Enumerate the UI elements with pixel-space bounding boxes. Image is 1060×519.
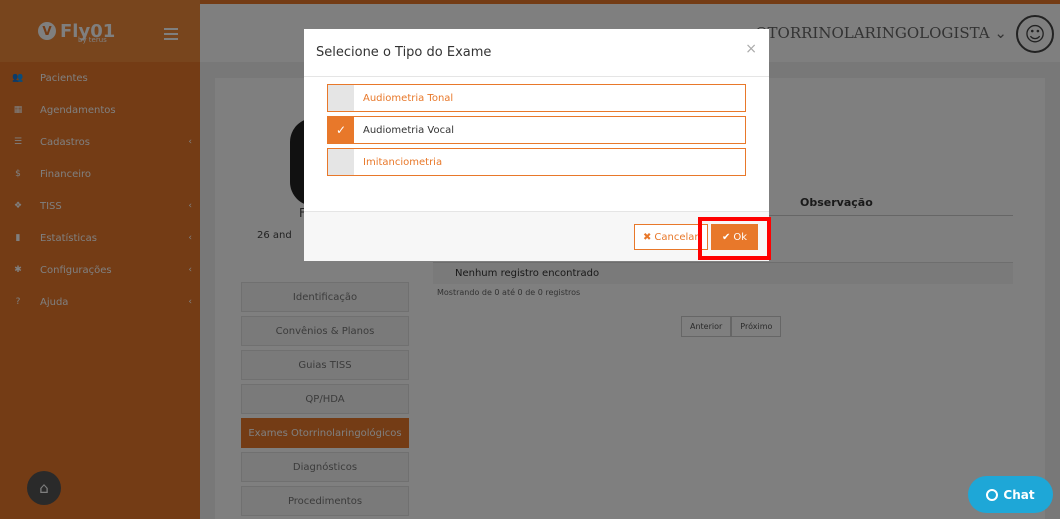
exam-option[interactable]: ✓ Audiometria Vocal bbox=[327, 116, 746, 144]
exam-option[interactable]: Imitanciometria bbox=[327, 148, 746, 176]
exam-options: Audiometria Tonal ✓ Audiometria Vocal Imita… bbox=[304, 77, 769, 176]
chat-bubble-icon bbox=[986, 488, 999, 501]
chat-button[interactable]: Chat bbox=[968, 476, 1053, 513]
cancel-label: Cancelar bbox=[654, 231, 699, 243]
checkbox[interactable] bbox=[328, 149, 354, 175]
check-icon: ✓ bbox=[335, 123, 347, 137]
exam-option-label: Imitanciometria bbox=[363, 156, 443, 168]
modal-title: Selecione o Tipo do Exame bbox=[316, 45, 492, 60]
chat-label: Chat bbox=[1003, 487, 1035, 502]
exam-option-label: Audiometria Tonal bbox=[363, 92, 454, 104]
close-icon[interactable]: × bbox=[745, 41, 757, 57]
ok-button-highlight bbox=[698, 217, 771, 260]
exam-option-label: Audiometria Vocal bbox=[363, 124, 455, 136]
exam-option[interactable]: Audiometria Tonal bbox=[327, 84, 746, 112]
checkbox[interactable]: ✓ bbox=[328, 117, 354, 143]
times-icon: ✖ bbox=[643, 231, 652, 243]
checkbox[interactable] bbox=[328, 85, 354, 111]
cancel-button[interactable]: ✖ Cancelar bbox=[634, 224, 708, 250]
modal-header: Selecione o Tipo do Exame × bbox=[304, 29, 769, 77]
